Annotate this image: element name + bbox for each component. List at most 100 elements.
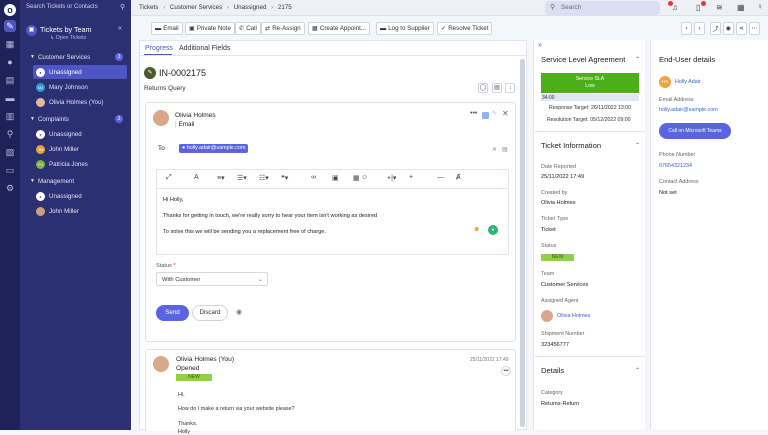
contacts-icon[interactable]: ● [4,56,16,68]
email-link[interactable]: holly.adair@sample.com [659,107,718,113]
tab-progress[interactable]: Progress [145,45,173,52]
create-appointment-button[interactable]: ▦ Create Appoint... [308,22,370,35]
image-icon[interactable]: ▣ [332,174,339,182]
search-contacts-input[interactable]: Search Tickets or Contacts [26,4,125,13]
recipient-address: holly.adair@sample.com [186,145,246,151]
shipment-number-label: Shipment Number [541,331,585,337]
search-contacts-icon[interactable]: ⚲ [120,3,125,11]
print-icon[interactable]: ▤ [492,83,502,93]
link-icon[interactable]: ∞ [311,174,316,181]
private-note-button[interactable]: ▣ Private Note [185,22,235,35]
tab-additional-fields[interactable]: Additional Fields [179,45,230,52]
clear-format-icon[interactable]: Ⱥ [456,174,461,181]
group-management[interactable]: ▼ Management [24,174,127,188]
more-icon[interactable]: ••• [470,110,477,117]
preview-icon[interactable]: ◉ [236,308,242,316]
call-label: Call [246,25,257,32]
monitor-icon[interactable]: ▭ [4,164,16,176]
chevron-up-icon[interactable]: ⌃ [635,56,640,63]
next-ticket-button[interactable]: › [694,22,705,35]
more-icon[interactable]: ⋯ [749,22,760,35]
create-appointment-label: Create Appoint... [319,25,366,32]
sidebar-item-mary-johnson[interactable]: MJ Mary Johnson [33,80,127,94]
assigned-agent-link[interactable]: Olivia Holmes [557,313,590,319]
reassign-button[interactable]: ⇄ Re-Assign [261,22,305,35]
apps-icon[interactable]: ▦ [737,3,745,12]
reassign-label: Re-Assign [272,25,301,32]
status-select[interactable]: With Customer ⌄ [156,272,268,286]
sidebar-item-unassigned[interactable]: ● Unassigned [33,65,127,79]
table-icon[interactable]: ▦ [353,174,360,182]
sidebar-item-john-miller[interactable]: John Miller [33,204,127,218]
ordered-list-icon[interactable]: ☰▾ [237,174,247,182]
quote-icon[interactable]: ❝▾ [281,174,288,182]
global-search-input[interactable]: ⚲ Search [545,1,660,15]
chevron-up-icon[interactable]: ⌃ [635,142,640,149]
chevron-up-icon[interactable]: ⌃ [635,367,640,374]
grammar-check-icon[interactable]: ● [488,225,498,235]
settings-icon[interactable]: ⚙ [4,182,16,194]
truck-icon: ▬ [380,25,387,32]
breadcrumb-item[interactable]: Customer Services [170,4,222,11]
send-button[interactable]: Send [156,305,189,321]
fullscreen-icon[interactable]: ⤢ [166,174,172,182]
organisations-icon[interactable]: ▤ [4,74,16,86]
expand-pane-icon[interactable]: » [538,42,542,49]
collapse-sidebar-icon[interactable]: « [118,25,122,32]
search-icon[interactable]: ⚲ [4,128,16,140]
app-logo-icon[interactable]: o [4,4,16,16]
more-icon[interactable]: ••• [501,366,511,376]
calendar-icon[interactable]: ▦ [4,38,16,50]
sort-down-icon[interactable]: ↓ [505,83,515,93]
end-user-name[interactable]: Holly Adair [675,79,701,85]
knowledge-icon[interactable]: ▥ [4,110,16,122]
group-complaints[interactable]: ▼ Complaints 3 [24,112,127,126]
note-color-icon[interactable] [482,112,489,119]
discard-button[interactable]: Discard [192,305,228,321]
emoji-picker-icon[interactable]: ☺ [361,174,368,181]
call-teams-button[interactable]: Call on Microsoft Teams [659,123,731,139]
editor[interactable]: ⤢ A ≡▾ ☰▾ ☷▾ ❝▾ ∞ ▣ ▦ ☺ +|▾ + — Ⱥ Hi Hol [156,169,509,255]
delivery-icon[interactable]: ▬ [4,92,16,104]
lightbulb-icon[interactable]: ♀ [757,2,763,11]
rss-icon[interactable]: ≋ [716,3,723,12]
bullet-list-icon[interactable]: ☷▾ [259,174,269,182]
email-button[interactable]: ▬ Email [151,22,183,35]
recipient-chip[interactable]: ● holly.adair@sample.com [179,144,249,153]
reports-icon[interactable]: ▧ [4,146,16,158]
eye-icon[interactable]: ◉ [723,22,734,35]
breadcrumb-item[interactable]: Unassigned [234,4,267,11]
log-to-supplier-button[interactable]: ▬ Log to Supplier [376,22,434,35]
tickets-icon[interactable]: ✎ [4,20,16,32]
share-network-icon[interactable]: ⋖ [736,22,747,35]
group-customer-services[interactable]: ▼ Customer Services 3 [24,50,127,64]
previous-ticket-button[interactable]: ‹ [681,22,692,35]
clipboard-icon[interactable]: ▯ [696,3,700,12]
sidebar-item-unassigned[interactable]: ● Unassigned [33,189,127,203]
close-icon[interactable]: ✕ [502,109,509,118]
category-value: Returns-Return [541,401,580,407]
ticket-type-value: Ticket [541,227,556,233]
call-button[interactable]: ✆ Call [235,22,261,35]
sidebar-item-john-miller[interactable]: JM John Miller [33,142,127,156]
cc-icon[interactable]: ▤ [502,146,508,153]
main-scrollbar[interactable] [520,59,525,427]
sidebar-item-olivia-holmes[interactable]: Olivia Holmes (You) [33,95,127,109]
edit-icon[interactable]: ✎ [492,110,497,117]
sidebar-item-unassigned[interactable]: ● Unassigned [33,127,127,141]
font-size-icon[interactable]: A [194,174,199,181]
phone-link[interactable]: 07654321234 [659,163,692,169]
align-icon[interactable]: ≡▾ [217,174,225,182]
bell-icon[interactable]: ♫ [672,3,678,12]
breadcrumb-item[interactable]: Tickets [139,4,158,11]
chat-icon[interactable]: ◯ [478,83,488,93]
special-chars-icon[interactable]: +|▾ [387,174,396,182]
share-icon[interactable]: ⤴ [710,22,721,35]
insert-icon[interactable]: + [409,174,413,181]
sidebar-item-patricia-jones[interactable]: PJ Patricia Jones [33,157,127,171]
horizontal-rule-icon[interactable]: — [437,174,444,181]
chevron-down-icon: ⌄ [257,277,263,283]
remove-recipient-icon[interactable]: ✕ [492,146,497,153]
ai-assist-icon[interactable]: ☻ [473,226,480,233]
resolve-ticket-button[interactable]: ✓ Resolve Ticket [437,22,493,35]
